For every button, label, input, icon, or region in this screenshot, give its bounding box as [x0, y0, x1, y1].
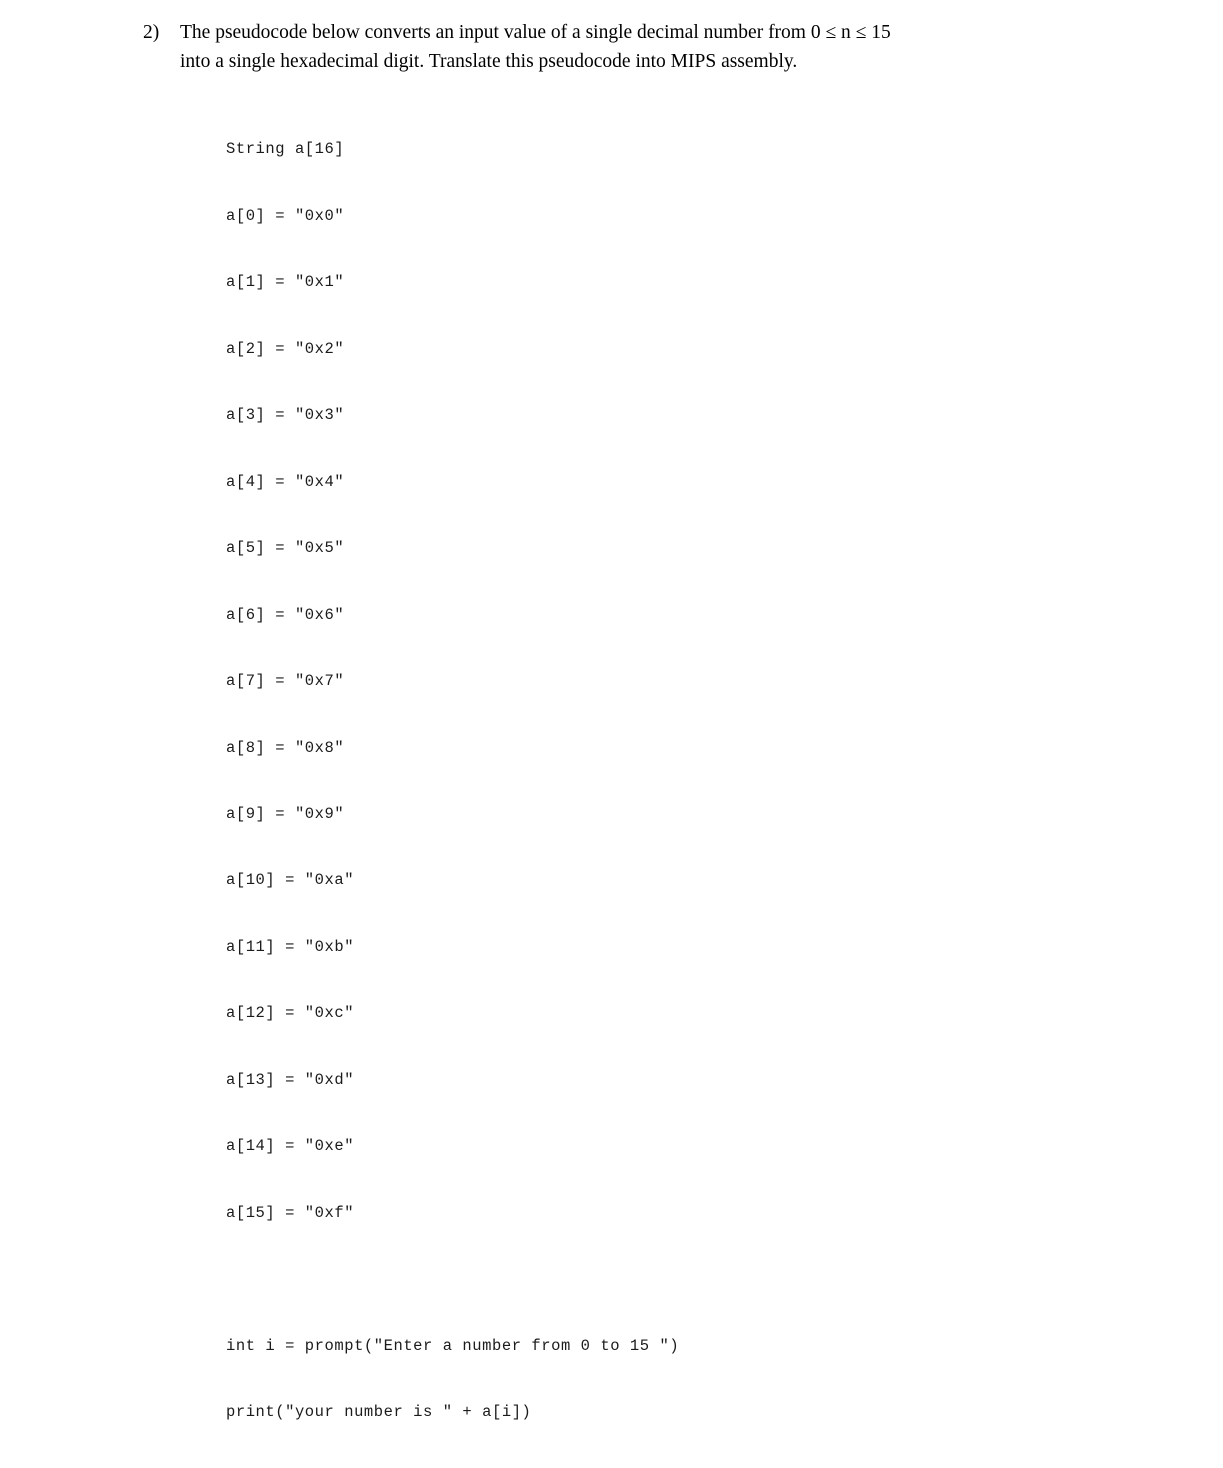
- question-2: 2) The pseudocode below converts an inpu…: [143, 18, 1073, 76]
- code-line: a[9] = "0x9": [226, 805, 345, 823]
- code-line: String a[16]: [226, 140, 345, 159]
- code-line: int i = prompt("Enter a number from 0 to…: [226, 1336, 680, 1355]
- code-line: a[4] = "0x4": [226, 472, 345, 491]
- code-line: a[13] = "0xd": [226, 1070, 355, 1089]
- question-number: 2): [143, 22, 160, 43]
- code-line: a[5] = "0x5": [226, 539, 345, 558]
- question-line-1-text: The pseudocode below converts an input v…: [180, 22, 811, 43]
- code-line: a[2] = "0x2": [226, 339, 345, 358]
- code-line: a[8] = "0x8": [226, 738, 345, 757]
- code-line: a[15] = "0xf": [226, 1203, 355, 1222]
- code-line: a[3] = "0x3": [226, 406, 345, 425]
- code-line: a[7] = "0x7": [226, 672, 345, 691]
- code-line: a[0] = "0x0": [226, 206, 345, 225]
- inequality-expression: 0 ≤ n ≤ 15: [810, 22, 891, 43]
- code-line: print("your number is " + a[i]): [226, 1403, 532, 1422]
- code-line: a[12] = "0xc": [226, 1004, 355, 1023]
- code-line: a[14] = "0xe": [226, 1137, 355, 1156]
- question-text: The pseudocode below converts an input v…: [180, 18, 1073, 76]
- question-line-1: The pseudocode below converts an input v…: [180, 18, 1073, 47]
- code-line: a[10] = "0xa": [226, 871, 355, 890]
- question-line-2: into a single hexadecimal digit. Transla…: [180, 51, 798, 72]
- code-line: a[6] = "0x6": [226, 605, 345, 624]
- pseudocode-block: String a[16] a[0] = "0x0" a[1] = "0x1" a…: [226, 94, 679, 1468]
- document-page: 2) The pseudocode below converts an inpu…: [0, 0, 1223, 1421]
- code-line: a[1] = "0x1": [226, 273, 345, 292]
- code-line: a[11] = "0xb": [226, 937, 355, 956]
